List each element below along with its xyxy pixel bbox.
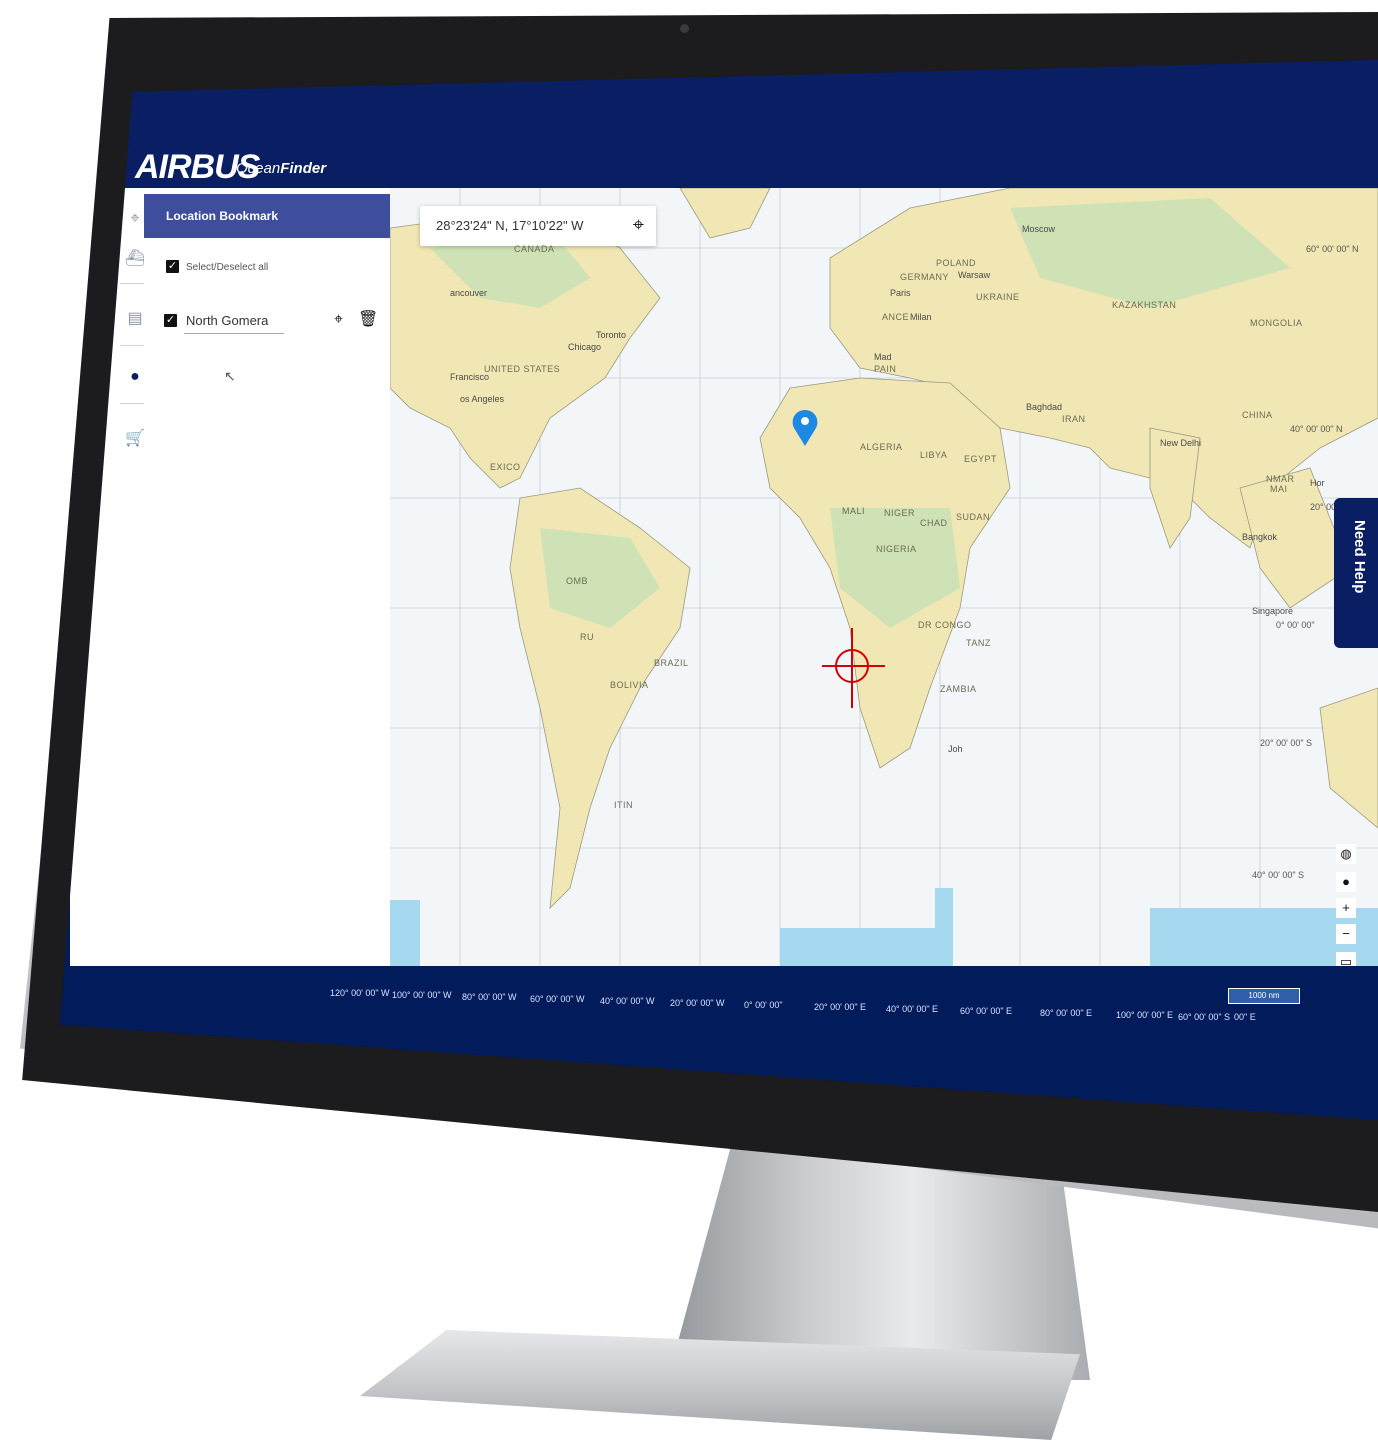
select-all-checkbox[interactable]: ✓ [166,260,179,273]
label-hong: Hor [1310,478,1325,488]
lon-label: 80° 00' 00" E [1040,1008,1093,1018]
screen: AIRBUS OceanFinder ⌖ ⛴ ▤ ● 🛒 Location Bo… [60,60,1378,1120]
label-milan: Milan [910,312,932,322]
label-baghdad: Baghdad [1026,402,1063,412]
bookmark-panel: Location Bookmark ✓ Select/Deselect all … [144,188,390,968]
select-all-label: Select/Deselect all [186,262,269,273]
label-brazil: BRAZIL [654,658,689,668]
label-kazakhstan: KAZAKHSTAN [1112,300,1177,310]
need-help-button[interactable]: Need Help [1334,498,1378,648]
cart-icon[interactable]: 🛒 [124,428,146,450]
lat-label: 40° 00' 00" N [1290,424,1343,434]
label-france: ANCE [882,312,910,322]
label-ukraine: UKRAINE [976,292,1020,302]
label-vancouver: ancouver [450,288,488,298]
zoom-out-button[interactable]: − [1336,924,1356,944]
label-mali: MALI [842,506,866,516]
label-singapore: Singapore [1252,606,1294,616]
label-algeria: ALGERIA [860,442,903,452]
label-sudan: SUDAN [956,512,991,522]
locate-bookmark-icon[interactable]: ⌖ [334,312,343,328]
lon-label: 100° 00' 00" W [392,990,452,1000]
label-madrid: Mad [874,352,892,362]
label-unitedstates: UNITED STATES [484,364,561,374]
webcam [680,24,689,33]
label-zambia: ZAMBIA [940,684,977,694]
globe-icon[interactable]: ◍ [1336,844,1356,864]
label-china: CHINA [1242,410,1273,420]
label-joh: Joh [948,744,963,754]
lon-label: 100° 00' 00" E [1116,1010,1174,1020]
label-poland: POLAND [936,258,977,268]
label-myanmar: NMAR [1266,474,1295,484]
coordinate-readout[interactable]: 28°23'24" N, 17°10'22" W [436,218,583,233]
label-mexico: EXICO [490,462,521,472]
label-bolivia: BOLIVIA [610,680,649,690]
label-francisco: Francisco [450,372,490,382]
lat-label: 20° 00' 00" S [1260,738,1313,748]
lat-label-bottom: 60° 00' 00" S [1178,1012,1231,1022]
bookmark-checkbox[interactable]: ✓ [164,314,177,327]
lat-label: 40° 00' 00" S [1252,870,1305,880]
label-nigeria: NIGERIA [876,544,917,554]
nautical-map[interactable]: 28°23'24" N, 17°10'22" W ⌖ Moscow GERMAN… [390,188,1378,988]
lat-label: 0° 00' 00" [1276,620,1315,630]
zoom-in-button[interactable]: + [1336,898,1356,918]
label-mai: MAI [1270,484,1288,494]
label-spain: PAIN [874,364,897,374]
label-mongolia: MONGOLIA [1250,318,1303,328]
label-paris: Paris [890,288,911,298]
label-germany: GERMANY [900,272,950,282]
label-argentina: ITIN [614,800,633,810]
lon-label: 60° 00' 00" W [530,994,585,1004]
document-icon[interactable]: ▤ [124,308,146,330]
lon-label: 20° 00' 00" E [814,1002,867,1012]
label-canada: CANADA [514,244,555,254]
pin-icon[interactable]: ● [1336,872,1356,892]
mouse-cursor: ↖ [224,368,236,384]
lon-label: 80° 00' 00" W [462,992,517,1002]
ship-icon[interactable]: ⛴ [124,248,146,270]
map-canvas [390,188,1378,988]
label-libya: LIBYA [920,450,948,460]
lat-label: 60° 00' 00" N [1306,244,1359,254]
label-newdelhi: New Delhi [1160,438,1202,448]
label-losangeles: os Angeles [460,394,505,404]
bookmark-pin-icon[interactable]: ● [124,366,146,388]
label-tanz: TANZ [966,638,991,648]
lon-label: 120° 00' 00" W [330,988,390,998]
delete-bookmark-icon[interactable]: 🗑 [358,312,378,328]
app-name: OceanFinder [236,160,327,177]
crosshair-icon[interactable]: ⌖ [124,208,146,230]
scale-bar: 1000 nm [1228,988,1300,1004]
bookmark-name[interactable]: North Gomera [186,313,268,328]
lon-label: 20° 00' 00" W [670,998,725,1008]
coordinate-search[interactable]: 28°23'24" N, 17°10'22" W ⌖ [420,206,656,246]
label-niger: NIGER [884,508,916,518]
panel-title: Location Bookmark [144,194,390,238]
locate-icon[interactable]: ⌖ [633,214,644,236]
label-peru: RU [580,632,594,642]
lon-label: 40° 00' 00" W [600,996,655,1006]
lon-label: 0° 00' 00" [744,1000,783,1010]
label-warsaw: Warsaw [958,270,991,280]
label-bangkok: Bangkok [1242,532,1278,542]
label-colombia: OMB [566,576,589,586]
lon-label: 40° 00' 00" E [886,1004,939,1014]
label-moscow: Moscow [1022,224,1056,234]
label-toronto: Toronto [596,330,627,340]
label-drcongo: DR CONGO [918,620,972,630]
lon-label: 60° 00' 00" E [960,1006,1013,1016]
lon-label: 00" E [1234,1012,1256,1022]
label-chad: CHAD [920,518,948,528]
label-egypt: EGYPT [964,454,998,464]
label-chicago: Chicago [568,342,602,352]
label-iran: IRAN [1062,414,1086,424]
